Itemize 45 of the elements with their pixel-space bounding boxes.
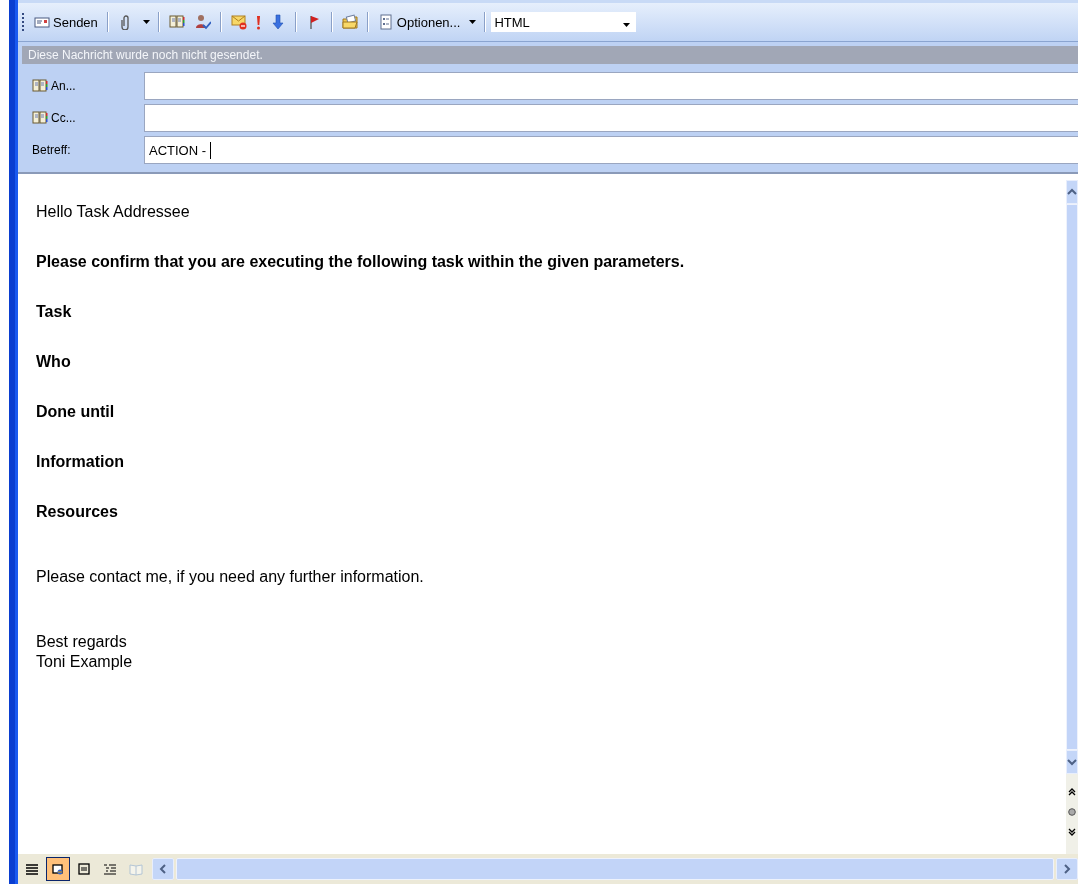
subject-field[interactable]: ACTION - [144, 136, 1078, 164]
text-cursor [209, 141, 211, 159]
recipient-field[interactable] [144, 104, 1078, 132]
view-button[interactable] [46, 857, 70, 881]
body-text: Hello Task Addressee [36, 202, 191, 222]
field-label: Betreff: [31, 143, 72, 157]
heading-text: Done until [36, 402, 116, 422]
heading-text: Information [36, 452, 125, 472]
address-button[interactable]: Cc... [22, 110, 144, 126]
send-icon [34, 14, 50, 30]
envelope-stop-icon [230, 14, 247, 30]
recipient-field[interactable] [144, 72, 1078, 100]
heading-text: Resources [36, 502, 119, 522]
folder-icon [341, 14, 358, 30]
vertical-scrollbar[interactable] [1066, 180, 1078, 854]
address-book-icon [32, 78, 48, 94]
format-dropdown[interactable]: HTML [491, 12, 637, 32]
send-button[interactable]: Senden [30, 12, 102, 32]
caret-icon [142, 20, 150, 24]
circle-icon [1068, 808, 1076, 816]
address-button[interactable]: An... [22, 78, 144, 94]
lines-icon [24, 861, 40, 877]
body-text: Best regards [36, 632, 128, 652]
exclamation-icon [256, 14, 260, 30]
scroll-thumb[interactable] [1066, 204, 1078, 750]
window-icon [50, 861, 66, 877]
caret-icon [469, 20, 477, 24]
address-book-icon [32, 110, 48, 126]
address-book-icon [168, 14, 185, 30]
double-up-arrow-icon [1068, 788, 1076, 796]
person-check-icon [194, 14, 211, 30]
page-icon [76, 861, 92, 877]
down-arrow-icon [269, 14, 286, 30]
double-down-arrow-icon [1068, 828, 1076, 836]
document-button[interactable]: Optionen... [373, 12, 465, 32]
body-text: Please contact me, if you need any further information. [36, 567, 425, 587]
heading-text: Please confirm that you are executing the following task within the given parameters. [36, 252, 686, 272]
heading-text: Who [36, 352, 72, 372]
document-icon [377, 14, 394, 30]
outline-icon [102, 861, 118, 877]
open-book-icon [128, 861, 144, 877]
caret-icon [623, 22, 631, 27]
body-text: Toni Example [36, 652, 134, 672]
heading-text: Task [36, 302, 73, 322]
info-bar: Diese Nachricht wurde noch nicht gesendet. [22, 46, 1078, 64]
